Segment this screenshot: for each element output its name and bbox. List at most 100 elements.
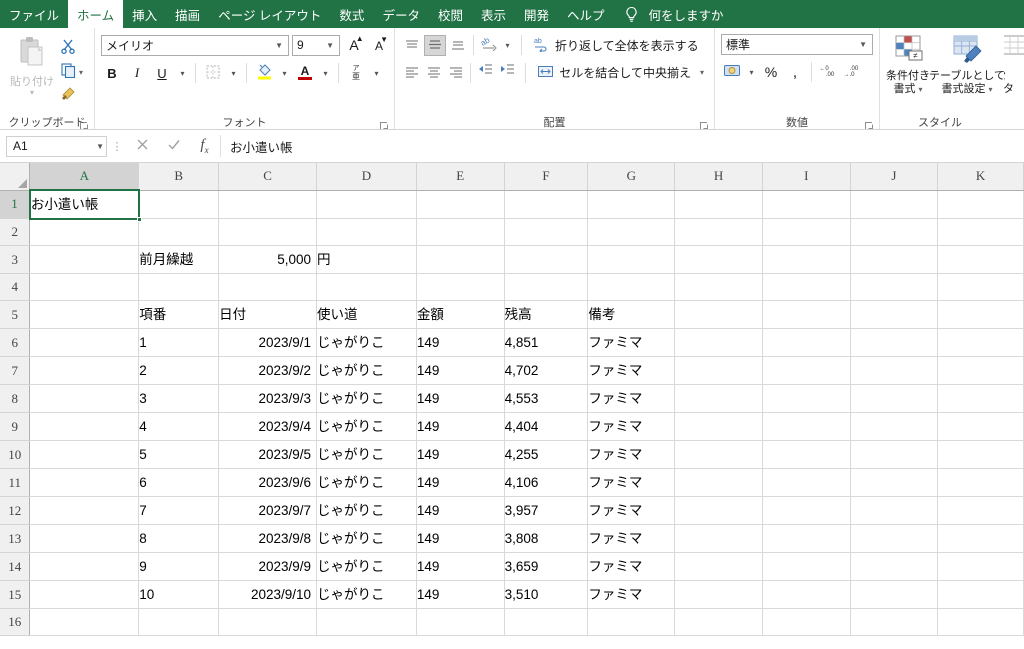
cell-F14[interactable]: 3,659 [504, 552, 589, 581]
wrap-text-button[interactable]: ab 折り返して全体を表示する [529, 35, 703, 56]
cell-G14[interactable]: ファミマ [587, 552, 676, 581]
cell-B14[interactable]: 9 [138, 552, 220, 581]
cell-I11[interactable] [762, 468, 851, 497]
cell-D8[interactable]: じゃがりこ [316, 384, 417, 413]
cell-D2[interactable] [316, 218, 417, 246]
row-header-1[interactable]: 1 [0, 190, 31, 219]
font-color-chevron-down-icon[interactable]: ▾ [319, 62, 332, 84]
row-header-3[interactable]: 3 [0, 245, 31, 274]
decrease-decimal-button[interactable]: .00 →.0 [841, 61, 863, 83]
ribbon-tab-0[interactable]: ファイル [0, 0, 68, 28]
fill-color-chevron-down-icon[interactable]: ▾ [278, 62, 291, 84]
cell-C15[interactable]: 2023/9/10 [218, 580, 317, 609]
cell-A14[interactable] [29, 552, 140, 581]
confirm-entry-button[interactable] [158, 135, 189, 157]
cell-C6[interactable]: 2023/9/1 [218, 328, 317, 357]
cell-C16[interactable] [218, 608, 317, 636]
cell-E6[interactable]: 149 [416, 328, 505, 357]
cell-E2[interactable] [416, 218, 505, 246]
number-format-chevron-down-icon[interactable]: ▼ [856, 40, 870, 49]
row-header-6[interactable]: 6 [0, 328, 31, 357]
column-header-F[interactable]: F [504, 163, 589, 191]
cell-H15[interactable] [674, 580, 763, 609]
align-top-button[interactable] [401, 35, 423, 56]
cell-H6[interactable] [674, 328, 763, 357]
number-dialog-launcher[interactable] [865, 118, 874, 129]
bold-button[interactable]: B [101, 62, 123, 84]
merge-center-chevron-down-icon[interactable]: ▾ [700, 68, 704, 77]
row-header-16[interactable]: 16 [0, 608, 31, 636]
cell-C3[interactable]: 5,000 [218, 245, 317, 274]
cell-I8[interactable] [762, 384, 851, 413]
row-header-12[interactable]: 12 [0, 496, 31, 525]
cell-A10[interactable] [29, 440, 140, 469]
cell-I10[interactable] [762, 440, 851, 469]
shrink-font-button[interactable]: A ▼ [368, 34, 390, 56]
phonetic-guide-button[interactable]: ア 亜 [345, 62, 367, 84]
cell-D13[interactable]: じゃがりこ [316, 524, 417, 553]
cell-F15[interactable]: 3,510 [504, 580, 589, 609]
align-bottom-button[interactable] [447, 35, 469, 56]
cell-A1[interactable]: お小遣い帳 [29, 190, 140, 219]
cell-A11[interactable] [29, 468, 140, 497]
borders-chevron-down-icon[interactable]: ▾ [227, 62, 240, 84]
cell-G4[interactable] [587, 273, 676, 301]
cell-D16[interactable] [316, 608, 417, 636]
cell-H8[interactable] [674, 384, 763, 413]
cell-G7[interactable]: ファミマ [587, 356, 676, 385]
cell-H5[interactable] [674, 300, 763, 329]
accounting-format-button[interactable] [721, 61, 743, 83]
cell-B12[interactable]: 7 [138, 496, 220, 525]
cell-J5[interactable] [850, 300, 939, 329]
format-as-table-button[interactable]: テーブルとして 書式設定 ▾ [929, 34, 1005, 96]
cell-A4[interactable] [29, 273, 140, 301]
cell-K2[interactable] [937, 218, 1024, 246]
ribbon-tab-6[interactable]: データ [373, 0, 429, 28]
cell-B1[interactable] [138, 190, 220, 219]
cell-J11[interactable] [850, 468, 939, 497]
cell-K10[interactable] [937, 440, 1024, 469]
cell-styles-button[interactable]: セ スタ [1004, 34, 1024, 96]
row-header-5[interactable]: 5 [0, 300, 31, 329]
row-header-14[interactable]: 14 [0, 552, 31, 581]
cell-I3[interactable] [762, 245, 851, 274]
row-header-7[interactable]: 7 [0, 356, 31, 385]
format-painter-button[interactable] [60, 86, 83, 106]
cell-D15[interactable]: じゃがりこ [316, 580, 417, 609]
cell-J15[interactable] [850, 580, 939, 609]
cell-F3[interactable] [504, 245, 589, 274]
cell-F5[interactable]: 残高 [504, 300, 589, 329]
cell-C4[interactable] [218, 273, 317, 301]
font-size-combo[interactable]: 9 ▼ [292, 34, 340, 56]
column-header-E[interactable]: E [416, 163, 505, 191]
cell-E1[interactable] [416, 190, 505, 219]
cell-C5[interactable]: 日付 [218, 300, 317, 329]
cell-C12[interactable]: 2023/9/7 [218, 496, 317, 525]
conditional-formatting-button[interactable]: ≠ 条件付き 書式 ▾ [886, 34, 930, 96]
copy-chevron-down-icon[interactable]: ▾ [79, 68, 83, 77]
increase-indent-button[interactable] [497, 62, 518, 83]
paste-chevron-down-icon[interactable]: ▾ [30, 89, 34, 97]
cell-F11[interactable]: 4,106 [504, 468, 589, 497]
cell-G2[interactable] [587, 218, 676, 246]
column-header-B[interactable]: B [138, 163, 220, 191]
phonetic-guide-chevron-down-icon[interactable]: ▾ [370, 62, 383, 84]
cell-J1[interactable] [850, 190, 939, 219]
column-header-G[interactable]: G [587, 163, 676, 191]
cell-B16[interactable] [138, 608, 220, 636]
cell-I14[interactable] [762, 552, 851, 581]
cell-H14[interactable] [674, 552, 763, 581]
cell-G12[interactable]: ファミマ [587, 496, 676, 525]
cell-D9[interactable]: じゃがりこ [316, 412, 417, 441]
column-header-D[interactable]: D [316, 163, 417, 191]
cell-C14[interactable]: 2023/9/9 [218, 552, 317, 581]
copy-button[interactable]: ▾ [60, 62, 83, 83]
align-right-button[interactable] [445, 62, 466, 83]
cell-J12[interactable] [850, 496, 939, 525]
cell-D10[interactable]: じゃがりこ [316, 440, 417, 469]
cell-F10[interactable]: 4,255 [504, 440, 589, 469]
align-middle-button[interactable] [424, 34, 446, 56]
paste-button[interactable]: 貼り付け ▾ [6, 34, 58, 97]
cell-C7[interactable]: 2023/9/2 [218, 356, 317, 385]
name-box-chevron-down-icon[interactable]: ▼ [96, 142, 104, 151]
